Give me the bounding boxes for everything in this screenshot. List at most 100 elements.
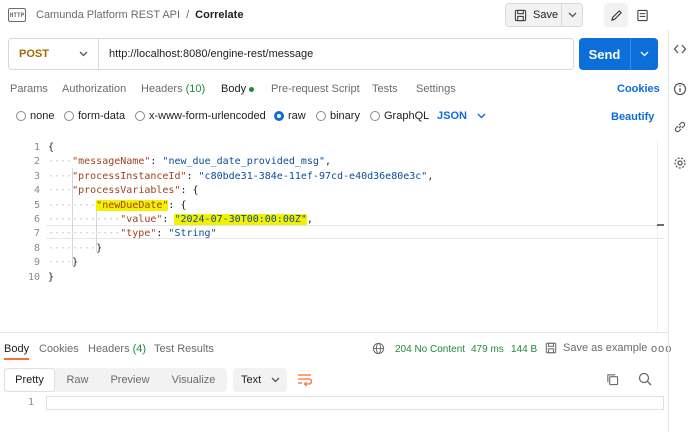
whitespace-marker: ···· <box>48 257 73 269</box>
url-input[interactable]: http://localhost:8080/engine-rest/messag… <box>99 48 313 60</box>
link-icon[interactable] <box>673 120 687 134</box>
code-line: ····"processVariables": { <box>48 185 199 196</box>
body-type-label: GraphQL <box>384 110 430 122</box>
scrollbar-cursor-marker <box>657 224 664 226</box>
copy-icon[interactable] <box>606 373 619 386</box>
tab-settings[interactable]: Settings <box>416 83 456 95</box>
json-punctuation: , <box>427 170 434 182</box>
line-number: 2 <box>33 156 40 168</box>
editor-scrollbar[interactable] <box>657 140 664 332</box>
breadcrumb-separator: / <box>186 9 190 21</box>
body-format-select[interactable]: JSON <box>437 110 486 122</box>
json-key: "messageName" <box>72 156 151 168</box>
tab-params[interactable]: Params <box>10 83 48 95</box>
info-icon[interactable] <box>673 82 687 96</box>
send-options-button[interactable] <box>631 51 658 57</box>
view-mode-raw[interactable]: Raw <box>55 368 100 392</box>
view-mode-preview[interactable]: Preview <box>100 368 160 392</box>
document-icon <box>636 9 648 21</box>
response-tab-cookies[interactable]: Cookies <box>39 343 79 355</box>
wrap-lines-icon[interactable] <box>296 371 314 387</box>
save-as-example-button[interactable]: Save as example <box>545 342 647 354</box>
cookies-link[interactable]: Cookies <box>617 83 660 95</box>
json-string: "c80bde31-384e-11ef-97cd-e40d36e80e3c" <box>198 170 428 182</box>
floppy-disk-icon <box>514 9 527 21</box>
radio-icon <box>135 111 145 121</box>
method-label: POST <box>19 48 49 60</box>
body-type-urlencoded[interactable]: x-www-form-urlencoded <box>135 110 266 122</box>
line-number: 5 <box>33 199 40 211</box>
body-type-label: form-data <box>78 110 126 122</box>
whitespace-marker: ········ <box>48 242 97 254</box>
globe-icon[interactable] <box>372 342 385 355</box>
radio-icon <box>64 111 74 121</box>
json-key: "type" <box>120 228 157 240</box>
view-mode-pretty[interactable]: Pretty <box>4 368 55 392</box>
response-status[interactable]: 204 No Content <box>395 344 465 355</box>
body-type-none[interactable]: none <box>16 110 54 122</box>
tab-headers[interactable]: Headers (10) <box>141 83 205 95</box>
code-line: } <box>48 272 54 283</box>
settings-icon[interactable] <box>673 156 687 170</box>
json-punctuation: : { <box>180 185 199 197</box>
radio-icon <box>16 111 26 121</box>
request-name[interactable]: Correlate <box>195 9 243 21</box>
send-button-group: Send <box>579 38 658 70</box>
tab-headers-label: Headers <box>141 83 183 95</box>
line-number: 4 <box>33 185 40 197</box>
tab-pre-request-script[interactable]: Pre-request Script <box>271 83 360 95</box>
json-punctuation: : <box>150 156 163 168</box>
request-tabs: Params Authorization Headers (10) Body P… <box>0 80 668 100</box>
pane-divider[interactable] <box>0 332 668 333</box>
save-button[interactable]: Save <box>506 4 562 26</box>
whitespace-marker: ············ <box>48 228 121 240</box>
breadcrumb-collection[interactable]: Camunda Platform REST API <box>36 9 180 21</box>
search-icon[interactable] <box>638 372 652 386</box>
json-punctuation: : { <box>168 199 187 211</box>
line-number: 10 <box>27 271 40 283</box>
body-type-graphql[interactable]: GraphQL <box>370 110 429 122</box>
body-type-raw[interactable]: raw <box>274 110 306 122</box>
pencil-icon <box>610 9 622 21</box>
response-tab-headers[interactable]: Headers (4) <box>88 343 146 355</box>
whitespace-marker: ············ <box>48 214 121 225</box>
json-punctuation: : <box>186 170 199 182</box>
json-punctuation: } <box>96 242 103 254</box>
tab-authorization[interactable]: Authorization <box>62 83 126 95</box>
tab-body-label: Body <box>221 83 247 95</box>
save-options-button[interactable] <box>562 12 582 18</box>
response-tab-test-results[interactable]: Test Results <box>154 343 214 355</box>
response-format-select[interactable]: Text <box>233 368 287 392</box>
tab-body[interactable]: Body <box>221 83 255 95</box>
code-line: ····"messageName": "new_due_date_provide… <box>48 156 331 167</box>
method-select[interactable]: POST <box>9 39 99 69</box>
edit-button[interactable] <box>604 3 628 27</box>
body-type-label: raw <box>288 110 306 122</box>
response-tab-body[interactable]: Body <box>4 343 30 360</box>
save-as-example-label: Save as example <box>563 342 648 354</box>
body-type-binary[interactable]: binary <box>316 110 360 122</box>
code-line: ············"type": "String" <box>48 228 217 239</box>
beautify-button[interactable]: Beautify <box>611 111 654 123</box>
line-number: 1 <box>33 142 40 153</box>
response-view-modes: Pretty Raw Preview Visualize <box>4 368 227 392</box>
save-label: Save <box>533 9 559 21</box>
tab-tests[interactable]: Tests <box>372 83 398 95</box>
code-icon[interactable] <box>673 42 687 56</box>
chevron-down-icon <box>640 51 649 57</box>
code-line: ············"value": "2024-07-30T00:00:0… <box>48 214 313 225</box>
radio-icon <box>370 111 380 121</box>
documentation-button[interactable] <box>630 3 654 27</box>
json-punctuation: , <box>324 156 332 168</box>
body-type-label: x-www-form-urlencoded <box>149 110 266 122</box>
save-button-group: Save <box>505 3 583 27</box>
chevron-down-icon <box>568 12 576 18</box>
view-mode-visualize[interactable]: Visualize <box>160 368 227 392</box>
response-time[interactable]: 479 ms <box>471 344 504 355</box>
send-button[interactable]: Send <box>579 38 631 70</box>
body-type-form-data[interactable]: form-data <box>64 110 125 122</box>
chevron-down-icon <box>477 113 486 119</box>
json-string: "2024-07-30T00:00:00Z" <box>174 214 307 225</box>
response-body-viewer[interactable] <box>46 396 664 410</box>
response-size[interactable]: 144 B <box>511 344 537 355</box>
